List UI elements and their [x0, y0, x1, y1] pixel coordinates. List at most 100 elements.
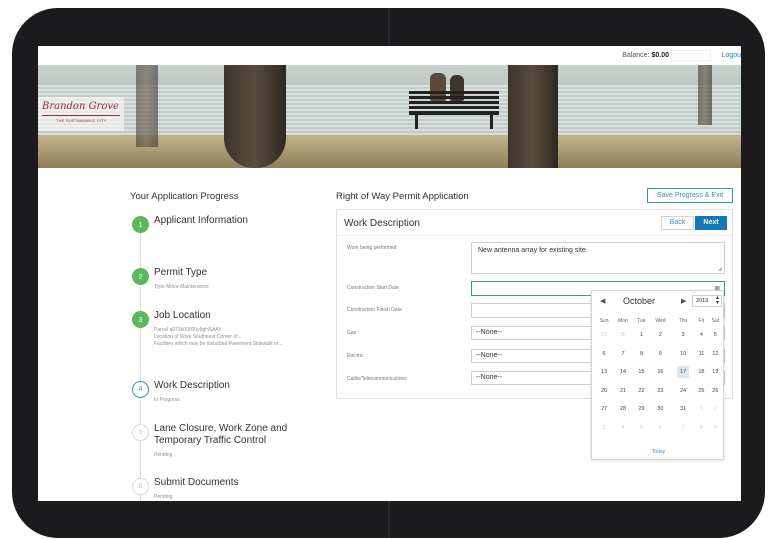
- calendar-day[interactable]: 3: [595, 419, 613, 438]
- calendar-day-label: 3: [681, 332, 685, 339]
- calendar-day[interactable]: 28: [613, 400, 633, 419]
- calendar-day-label: 7: [681, 424, 685, 431]
- calendar-day-label: 2: [658, 332, 662, 339]
- calendar-grid: Sun Mon Tue Wed Thu Fri Sat 29 30 1 2 3 4 5 6 7 8 9 10 11 1…: [595, 316, 723, 437]
- calendar-day[interactable]: 1: [695, 400, 707, 419]
- year-spinner-icon[interactable]: ▴ ▾: [716, 295, 719, 306]
- park-bench: [409, 91, 499, 129]
- calendar-week: 27 28 29 30 31 1 2: [595, 400, 723, 419]
- step-title: Submit Documents: [154, 477, 239, 488]
- progress-line: [140, 216, 141, 501]
- calendar-day[interactable]: 22: [633, 382, 650, 401]
- save-progress-button[interactable]: Save Progress & Exit: [647, 188, 733, 203]
- step-status: Pending: [154, 452, 173, 458]
- calendar-day[interactable]: 26: [708, 382, 723, 401]
- calendar-day[interactable]: 13: [595, 363, 613, 382]
- calendar-week: 6 7 8 9 10 11 12: [595, 345, 723, 364]
- calendar-day-label: 28: [619, 406, 627, 413]
- calendar-day-label: 14: [619, 369, 627, 376]
- calendar-day[interactable]: 19: [708, 363, 723, 382]
- calendar-day-label: 6: [658, 424, 662, 431]
- finish-date-label: Construction Finish Date: [347, 307, 402, 313]
- calendar-day[interactable]: 4: [695, 326, 707, 345]
- calendar-day[interactable]: 30: [650, 400, 671, 419]
- calendar-day[interactable]: 14: [613, 363, 633, 382]
- prev-month-icon[interactable]: ◀: [600, 297, 605, 305]
- calendar-day[interactable]: 11: [695, 345, 707, 364]
- work-textarea[interactable]: New antenna array for existing site ◢: [471, 242, 725, 274]
- hero-banner: Brandon Grove THE SUSTAINABLE CITY: [38, 65, 741, 168]
- year-select[interactable]: 2019 ▴ ▾: [692, 295, 722, 307]
- logo-divider: [42, 115, 120, 116]
- calendar-day[interactable]: 18: [695, 363, 707, 382]
- calendar-day[interactable]: 25: [695, 382, 707, 401]
- step-title: Work Description: [154, 380, 230, 391]
- calendar-day-label: 22: [638, 387, 645, 394]
- calendar-day[interactable]: 17: [671, 363, 695, 382]
- today-link[interactable]: Today: [592, 449, 725, 455]
- calendar-day[interactable]: 10: [671, 345, 695, 364]
- calendar-day-label: 4: [699, 332, 703, 339]
- electric-label: Electric: [347, 353, 364, 359]
- calendar-day-label: 27: [600, 406, 608, 413]
- calendar-day[interactable]: 6: [595, 345, 613, 364]
- calendar-day-label: 20: [600, 387, 608, 394]
- balance-spacer: [671, 50, 711, 61]
- calendar-day-label: 4: [621, 424, 625, 431]
- calendar-day[interactable]: 2: [650, 326, 671, 345]
- calendar-day-label: 30: [619, 332, 627, 339]
- bench-leg: [490, 115, 493, 129]
- work-label: Work being performed: [347, 245, 397, 251]
- calendar-day[interactable]: 31: [671, 400, 695, 419]
- screen: Balance: $0.00 Logou Brandon Grove THE S…: [38, 46, 741, 501]
- calendar-day[interactable]: 27: [595, 400, 613, 419]
- calendar-day[interactable]: 2: [708, 400, 723, 419]
- calendar-day[interactable]: 5: [708, 326, 723, 345]
- calendar-day[interactable]: 4: [613, 419, 633, 438]
- weekday-header: Thu: [678, 318, 688, 324]
- step-detail: Type Minor Maintenance: [154, 284, 209, 290]
- calendar-day[interactable]: 5: [633, 419, 650, 438]
- calendar-day[interactable]: 29: [595, 326, 613, 345]
- calendar-day[interactable]: 24: [671, 382, 695, 401]
- calendar-day-label: 8: [699, 424, 703, 431]
- logout-link[interactable]: Logou: [722, 52, 741, 59]
- calendar-day-label: 30: [657, 406, 664, 413]
- calendar-day[interactable]: 20: [595, 382, 613, 401]
- calendar-day[interactable]: 8: [633, 345, 650, 364]
- calendar-day[interactable]: 3: [671, 326, 695, 345]
- weekday-header: Sat: [711, 318, 720, 324]
- brand-logo: Brandon Grove THE SUSTAINABLE CITY: [38, 97, 124, 131]
- weekday-header: Mon: [618, 318, 628, 324]
- next-button[interactable]: Next: [695, 216, 727, 230]
- step-status: In Progress: [154, 397, 180, 403]
- calendar-day[interactable]: 9: [708, 419, 723, 438]
- resize-handle-icon[interactable]: ◢: [718, 266, 722, 272]
- calendar-day[interactable]: 7: [613, 345, 633, 364]
- calendar-day-label: 8: [639, 350, 644, 357]
- calendar-day-label: 6: [602, 350, 606, 357]
- calendar-day[interactable]: 6: [650, 419, 671, 438]
- back-button[interactable]: Back: [661, 216, 694, 230]
- calendar-day[interactable]: 16: [650, 363, 671, 382]
- calendar-day[interactable]: 15: [633, 363, 650, 382]
- calendar-day[interactable]: 21: [613, 382, 633, 401]
- calendar-day[interactable]: 23: [650, 382, 671, 401]
- calendar-day[interactable]: 7: [671, 419, 695, 438]
- step-number: 4: [132, 381, 149, 398]
- calendar-day[interactable]: 30: [613, 326, 633, 345]
- next-month-icon[interactable]: ▶: [681, 297, 686, 305]
- tree-trunk: [224, 65, 286, 168]
- calendar-day-label: 9: [658, 350, 662, 357]
- weekday-header: Wed: [655, 318, 666, 324]
- balance: Balance: $0.00: [622, 52, 669, 59]
- calendar-day[interactable]: 1: [633, 326, 650, 345]
- calendar-day[interactable]: 8: [695, 419, 707, 438]
- calendar-day[interactable]: 29: [633, 400, 650, 419]
- calendar-day-label: 16: [657, 369, 664, 376]
- step-number: 3: [132, 311, 149, 328]
- card-divider: [337, 235, 734, 236]
- calendar-day[interactable]: 12: [708, 345, 723, 364]
- calendar-day[interactable]: 9: [650, 345, 671, 364]
- calendar-day-label: 5: [639, 424, 644, 431]
